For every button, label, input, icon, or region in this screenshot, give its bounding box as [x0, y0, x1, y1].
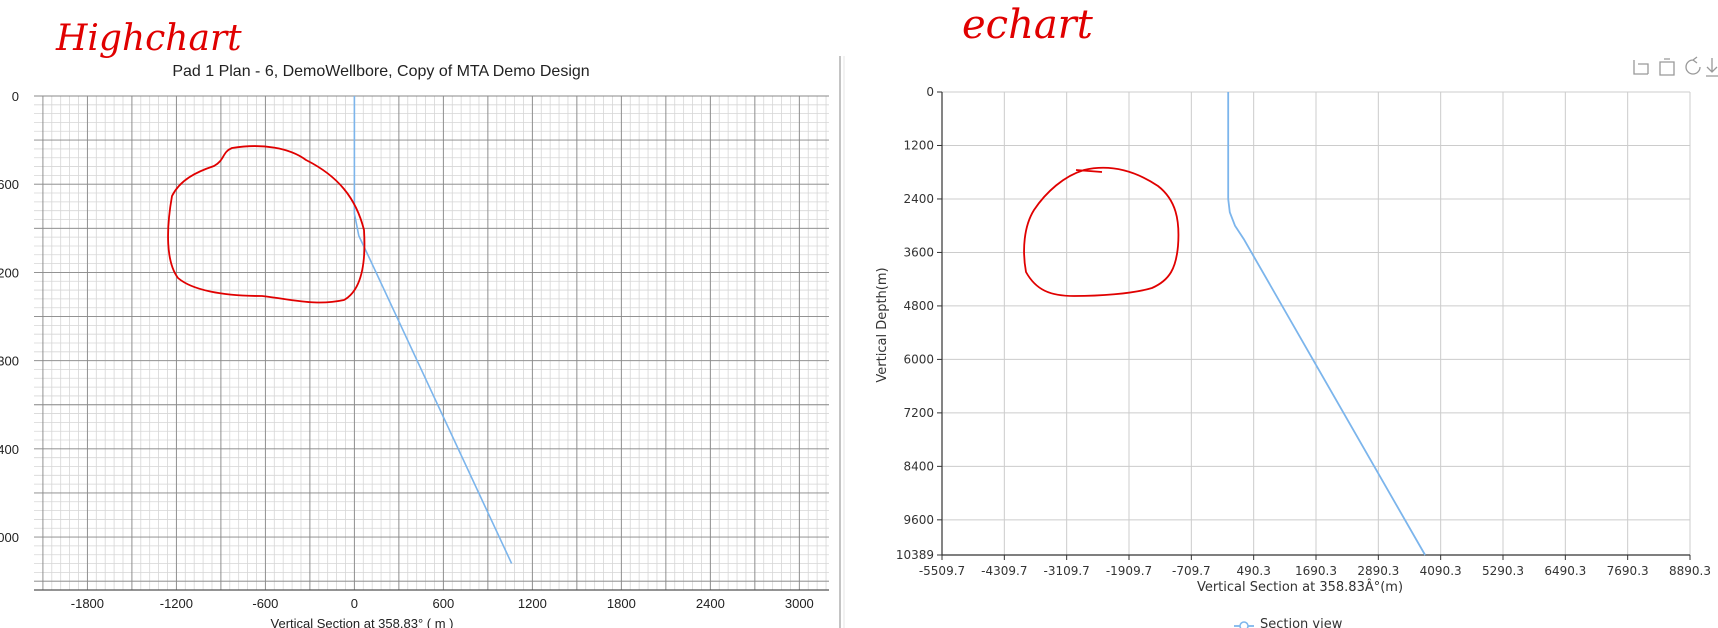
hc-x-tick-label: 2400 — [696, 596, 725, 611]
hc-x-tick-label: -600 — [252, 596, 278, 611]
ec-y-tick-label: 6000 — [903, 352, 934, 366]
ec-series-line — [1227, 92, 1426, 556]
ec-y-tick-label: 1200 — [903, 138, 934, 152]
ec-y-tick-labels: 0 1200 2400 3600 4800 6000 7200 8400 9600 10389 — [896, 85, 934, 562]
hc-x-tick-labels: -1800 -1200 -600 0 600 1200 1800 2400 3000 — [71, 596, 814, 611]
ec-x-tick-label: 6490.3 — [1544, 564, 1586, 578]
ec-y-tick-label: 4800 — [903, 299, 934, 313]
ec-grid — [937, 91, 1691, 560]
ec-y-tick-label: 8400 — [903, 459, 934, 473]
ec-x-tick-label: 1690.3 — [1295, 564, 1337, 578]
restore-icon[interactable] — [1685, 56, 1701, 75]
ec-legend-marker — [1239, 621, 1249, 628]
hc-minor-grid — [34, 95, 829, 591]
ec-red-circle — [1023, 166, 1180, 297]
hc-y-tick-label: 300 — [0, 354, 19, 369]
ec-y-tick-label: 3600 — [903, 245, 934, 259]
hc-x-tick-label: 600 — [433, 596, 455, 611]
ec-toolbox[interactable] — [1633, 56, 1718, 77]
zoom-back-icon[interactable] — [1659, 58, 1675, 76]
ec-y-tick-label: 10389 — [896, 548, 934, 562]
ec-x-tick-label: -1909.7 — [1106, 564, 1152, 578]
ec-y-axis-title: Vertical Depth(m) — [875, 267, 890, 382]
ec-x-tick-label: 490.3 — [1236, 564, 1270, 578]
hc-x-tick-label: 0 — [351, 596, 358, 611]
ec-x-tick-label: -3109.7 — [1044, 564, 1090, 578]
ec-y-tick-label: 0 — [926, 85, 934, 99]
hc-y-tick-label: 400 — [0, 442, 19, 457]
hc-y-tick-label: 0 — [12, 89, 19, 104]
ec-x-tick-label: 2890.3 — [1357, 564, 1399, 578]
zoom-icon[interactable] — [1633, 60, 1649, 75]
hc-x-tick-label: 3000 — [785, 596, 814, 611]
hc-y-tick-labels: 0 600 200 300 400 000 — [0, 89, 19, 545]
ec-y-tick-label: 2400 — [903, 192, 934, 206]
hc-y-tick-label: 600 — [0, 177, 19, 192]
ec-x-tick-label: 7690.3 — [1607, 564, 1649, 578]
save-image-icon[interactable] — [1706, 58, 1718, 77]
scene: Highchart echart Pad 1 Plan - 6, DemoWel… — [0, 2, 1718, 628]
ec-x-tick-label: -4309.7 — [981, 564, 1027, 578]
echart-panel: -5509.7 -4309.7 -3109.7 -1909.7 -709.7 490.3 1… — [875, 56, 1718, 628]
hc-x-tick-label: -1800 — [71, 596, 104, 611]
hc-y-tick-label: 000 — [0, 530, 19, 545]
ec-x-tick-label: 4090.3 — [1420, 564, 1462, 578]
ec-x-tick-label: -5509.7 — [919, 564, 965, 578]
ec-x-tick-labels: -5509.7 -4309.7 -3109.7 -1909.7 -709.7 490.3 1… — [919, 564, 1711, 578]
highchart-panel: Pad 1 Plan - 6, DemoWellbore, Copy of MT… — [0, 63, 829, 628]
ec-legend[interactable]: Section view — [1234, 617, 1343, 628]
hc-x-tick-label: 1200 — [518, 596, 547, 611]
ec-x-axis-title: Vertical Section at 358.83Â°(m) — [1197, 579, 1403, 595]
ec-legend-label[interactable]: Section view — [1260, 617, 1343, 628]
hc-y-tick-label: 200 — [0, 265, 19, 280]
ec-y-tick-label: 9600 — [903, 513, 934, 527]
ec-x-tick-label: 5290.3 — [1482, 564, 1524, 578]
hc-x-tick-label: -1200 — [160, 596, 193, 611]
ec-x-tick-label: -709.7 — [1172, 564, 1211, 578]
ec-x-tick-label: 8890.3 — [1669, 564, 1711, 578]
highchart-annotation: Highchart — [55, 18, 242, 59]
hc-x-tick-label: 1800 — [607, 596, 636, 611]
hc-chart-title: Pad 1 Plan - 6, DemoWellbore, Copy of MT… — [172, 63, 589, 80]
hc-x-axis-title: Vertical Section at 358.83° ( m ) — [271, 616, 454, 628]
hc-red-circle — [167, 145, 366, 304]
echart-annotation: echart — [962, 2, 1094, 48]
ec-y-tick-label: 7200 — [903, 406, 934, 420]
